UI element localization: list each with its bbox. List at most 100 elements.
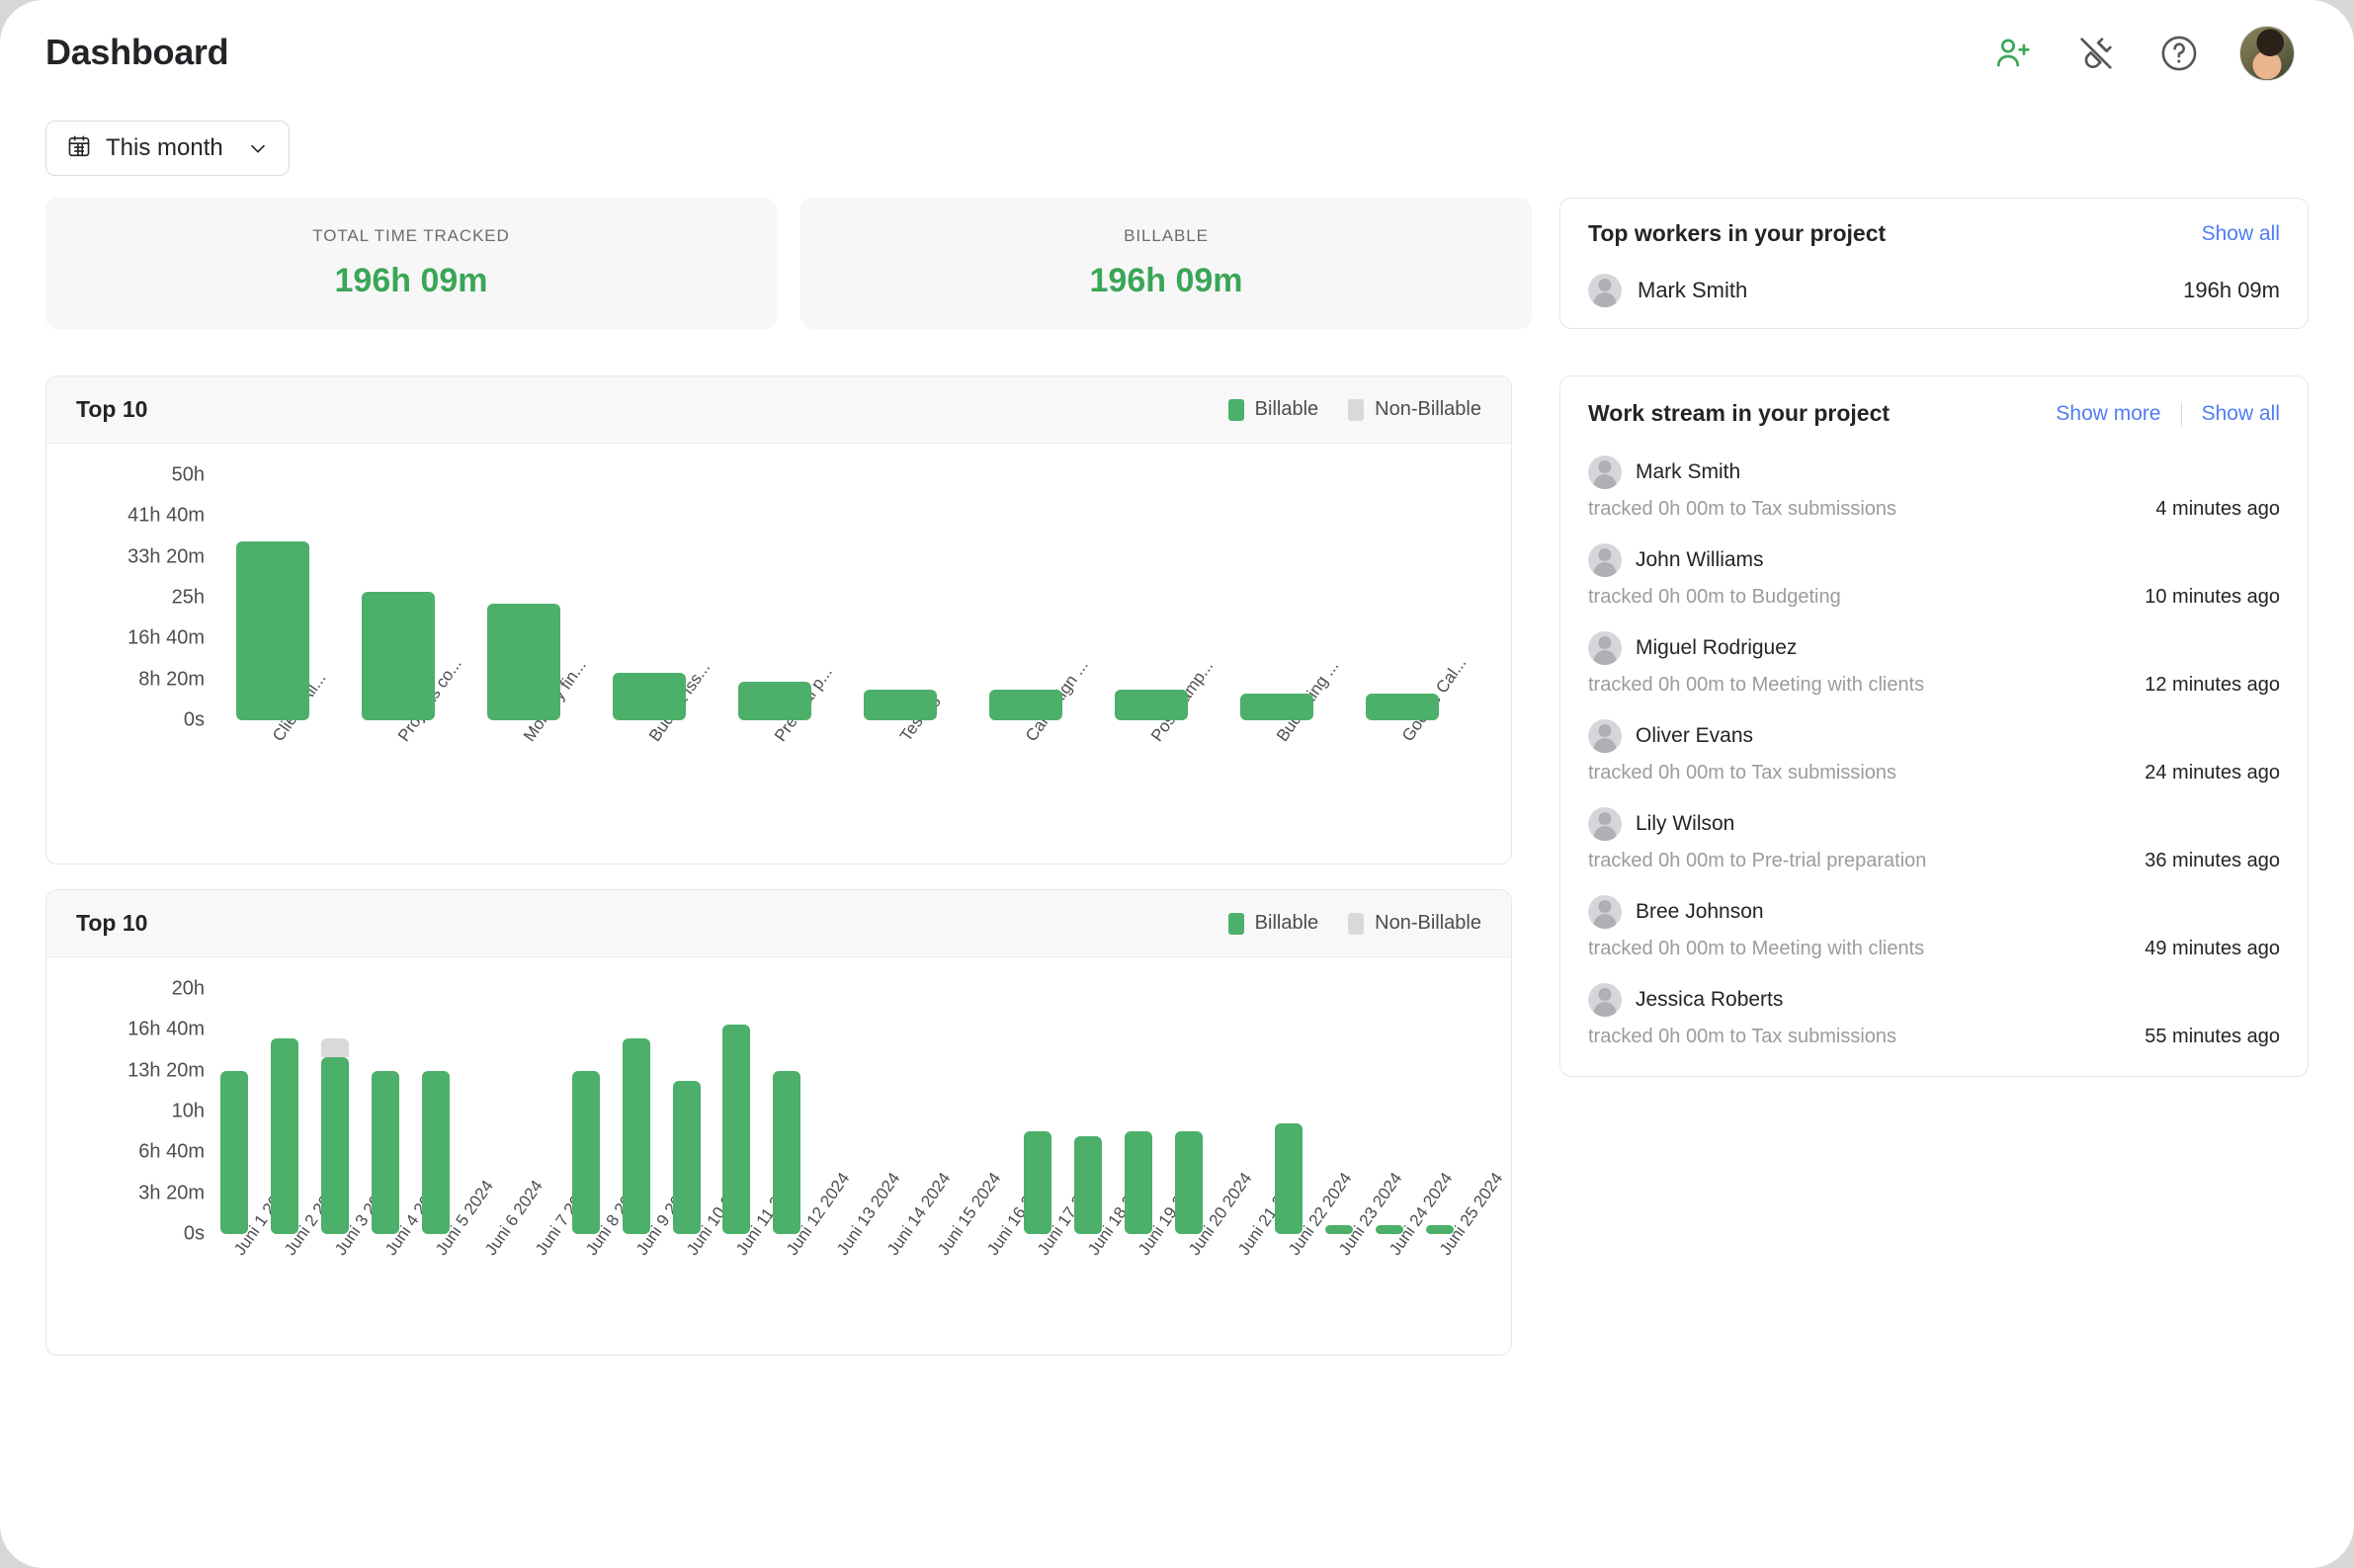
y-axis-tick-label: 0s [183, 708, 205, 731]
work-stream-item-description: tracked 0h 00m to Pre-trial preparation [1588, 850, 1927, 871]
bar-group[interactable] [823, 989, 851, 1234]
bar-group[interactable] [988, 475, 1062, 720]
bar-segment-billable [235, 540, 309, 720]
bar-group[interactable] [235, 475, 309, 720]
top-worker-time: 196h 09m [2183, 278, 2280, 302]
bar-group[interactable] [486, 475, 560, 720]
bar-group[interactable] [973, 989, 1001, 1234]
bar-group[interactable] [1224, 989, 1252, 1234]
work-stream-item-timestamp: 10 minutes ago [2144, 586, 2280, 608]
bar-group[interactable] [522, 989, 549, 1234]
bar-group[interactable] [1114, 475, 1188, 720]
top-worker-name: Mark Smith [1638, 278, 1748, 302]
bar-segment-billable [773, 1071, 801, 1234]
bar-group[interactable] [1275, 989, 1303, 1234]
bar-group[interactable] [321, 989, 349, 1234]
work-stream-item[interactable]: Bree Johnson tracked 0h 00m to Meeting wi… [1588, 895, 2280, 983]
bar-group[interactable] [924, 989, 952, 1234]
work-stream-item-name: John Williams [1636, 548, 1764, 571]
chart-title: Top 10 [76, 396, 148, 422]
bar-group[interactable] [572, 989, 600, 1234]
work-stream-item[interactable]: Oliver Evans tracked 0h 00m to Tax submis… [1588, 719, 2280, 807]
bar-group[interactable] [421, 989, 450, 1234]
avatar [1588, 983, 1622, 1017]
bar-group[interactable] [1239, 475, 1313, 720]
bar-segment-billable [421, 1071, 450, 1234]
work-stream-item-body: tracked 0h 00m to Meeting with clients 49… [1588, 938, 2280, 960]
user-avatar[interactable] [2239, 26, 2295, 81]
bar-group[interactable] [722, 989, 751, 1234]
bar-group[interactable] [863, 475, 937, 720]
work-stream-item-head: Oliver Evans [1588, 719, 2280, 753]
work-stream-item[interactable]: Mark Smith tracked 0h 00m to Tax submissi… [1588, 455, 2280, 543]
work-stream-show-all-link[interactable]: Show all [2202, 402, 2280, 426]
work-stream-item-description: tracked 0h 00m to Tax submissions [1588, 762, 1897, 784]
work-stream-item[interactable]: Jessica Roberts tracked 0h 00m to Tax sub… [1588, 983, 2280, 1071]
avatar [1588, 543, 1622, 577]
bar-group[interactable] [874, 989, 901, 1234]
top-workers-header: Top workers in your project Show all [1588, 220, 2280, 247]
bar-segment-billable [572, 1071, 600, 1234]
y-axis-labels: 50h 41h 40m 33h 20m 25h 16h 40m 8h 20m 0s [46, 444, 205, 864]
bar-group[interactable] [220, 989, 249, 1234]
work-stream-card: Work stream in your project Show more Sh… [1559, 375, 2309, 1077]
bar-group[interactable] [1375, 989, 1403, 1234]
avatar [1588, 274, 1622, 307]
legend-label-billable: Billable [1254, 398, 1319, 420]
bar-group[interactable] [371, 989, 399, 1234]
y-axis-tick-label: 33h 20m [127, 545, 205, 568]
work-stream-item-description: tracked 0h 00m to Budgeting [1588, 586, 1841, 608]
y-axis-tick-label: 13h 20m [127, 1059, 205, 1082]
bar-segment-billable [1174, 1130, 1203, 1234]
bar-group[interactable] [1365, 475, 1439, 720]
work-stream-item-body: tracked 0h 00m to Tax submissions 24 minu… [1588, 762, 2280, 784]
bar-group[interactable] [1124, 989, 1152, 1234]
bar-segment-billable [1375, 1225, 1403, 1234]
bar-segment-billable [722, 1024, 751, 1234]
bar-group[interactable] [773, 989, 801, 1234]
chart-legend: Billable Non-Billable [1227, 398, 1481, 421]
work-stream-item[interactable]: Lily Wilson tracked 0h 00m to Pre-trial p… [1588, 807, 2280, 895]
work-stream-item-timestamp: 12 minutes ago [2144, 674, 2280, 696]
bar-group[interactable] [1174, 989, 1203, 1234]
integrations-plug-icon[interactable] [2073, 31, 2119, 76]
top-workers-show-all-link[interactable]: Show all [2202, 222, 2280, 246]
bar-group[interactable] [622, 989, 650, 1234]
chart-header: Top 10 Billable Non-Billable [46, 890, 1511, 957]
bar-group[interactable] [361, 475, 435, 720]
bar-segment-billable [1239, 694, 1313, 720]
stat-label: TOTAL TIME TRACKED [312, 226, 510, 245]
add-user-icon[interactable] [1990, 31, 2036, 76]
bar-group[interactable] [1074, 989, 1102, 1234]
work-stream-item[interactable]: John Williams tracked 0h 00m to Budgeting… [1588, 543, 2280, 631]
bar-group[interactable] [612, 475, 686, 720]
bar-segment-billable [371, 1071, 399, 1234]
work-stream-item-head: Mark Smith [1588, 455, 2280, 489]
date-range-filter[interactable]: This month [45, 121, 290, 176]
work-stream-show-more-link[interactable]: Show more [2056, 402, 2160, 426]
bar-group[interactable] [672, 989, 701, 1234]
work-stream-item-timestamp: 4 minutes ago [2155, 498, 2280, 520]
bar-group[interactable] [1024, 989, 1052, 1234]
bar-group[interactable] [471, 989, 499, 1234]
work-stream-item-head: Lily Wilson [1588, 807, 2280, 841]
work-stream-item-body: tracked 0h 00m to Tax submissions 4 minut… [1588, 498, 2280, 521]
work-stream-item-name: Bree Johnson [1636, 900, 1764, 923]
chart-card-projects: Top 10 Billable Non-Billable 50h 41h 40m 3… [45, 375, 1512, 865]
work-stream-item-timestamp: 49 minutes ago [2144, 938, 2280, 959]
bar-segment-billable [1425, 1225, 1454, 1234]
bar-group[interactable] [737, 475, 811, 720]
bar-group[interactable] [271, 989, 299, 1234]
work-stream-item-head: Miguel Rodriguez [1588, 631, 2280, 665]
chart-title: Top 10 [76, 910, 148, 936]
help-icon[interactable] [2156, 31, 2202, 76]
work-stream-item[interactable]: Miguel Rodriguez tracked 0h 00m to Meetin… [1588, 631, 2280, 719]
bar-group[interactable] [1325, 989, 1353, 1234]
y-axis-tick-label: 0s [183, 1222, 205, 1245]
avatar [1588, 455, 1622, 489]
bar-group[interactable] [1425, 989, 1454, 1234]
top-worker-row[interactable]: Mark Smith 196h 09m [1588, 274, 2280, 307]
bar-segment-billable [1365, 694, 1439, 720]
work-stream-item-body: tracked 0h 00m to Meeting with clients 12… [1588, 674, 2280, 697]
bar-segment-billable [737, 681, 811, 720]
